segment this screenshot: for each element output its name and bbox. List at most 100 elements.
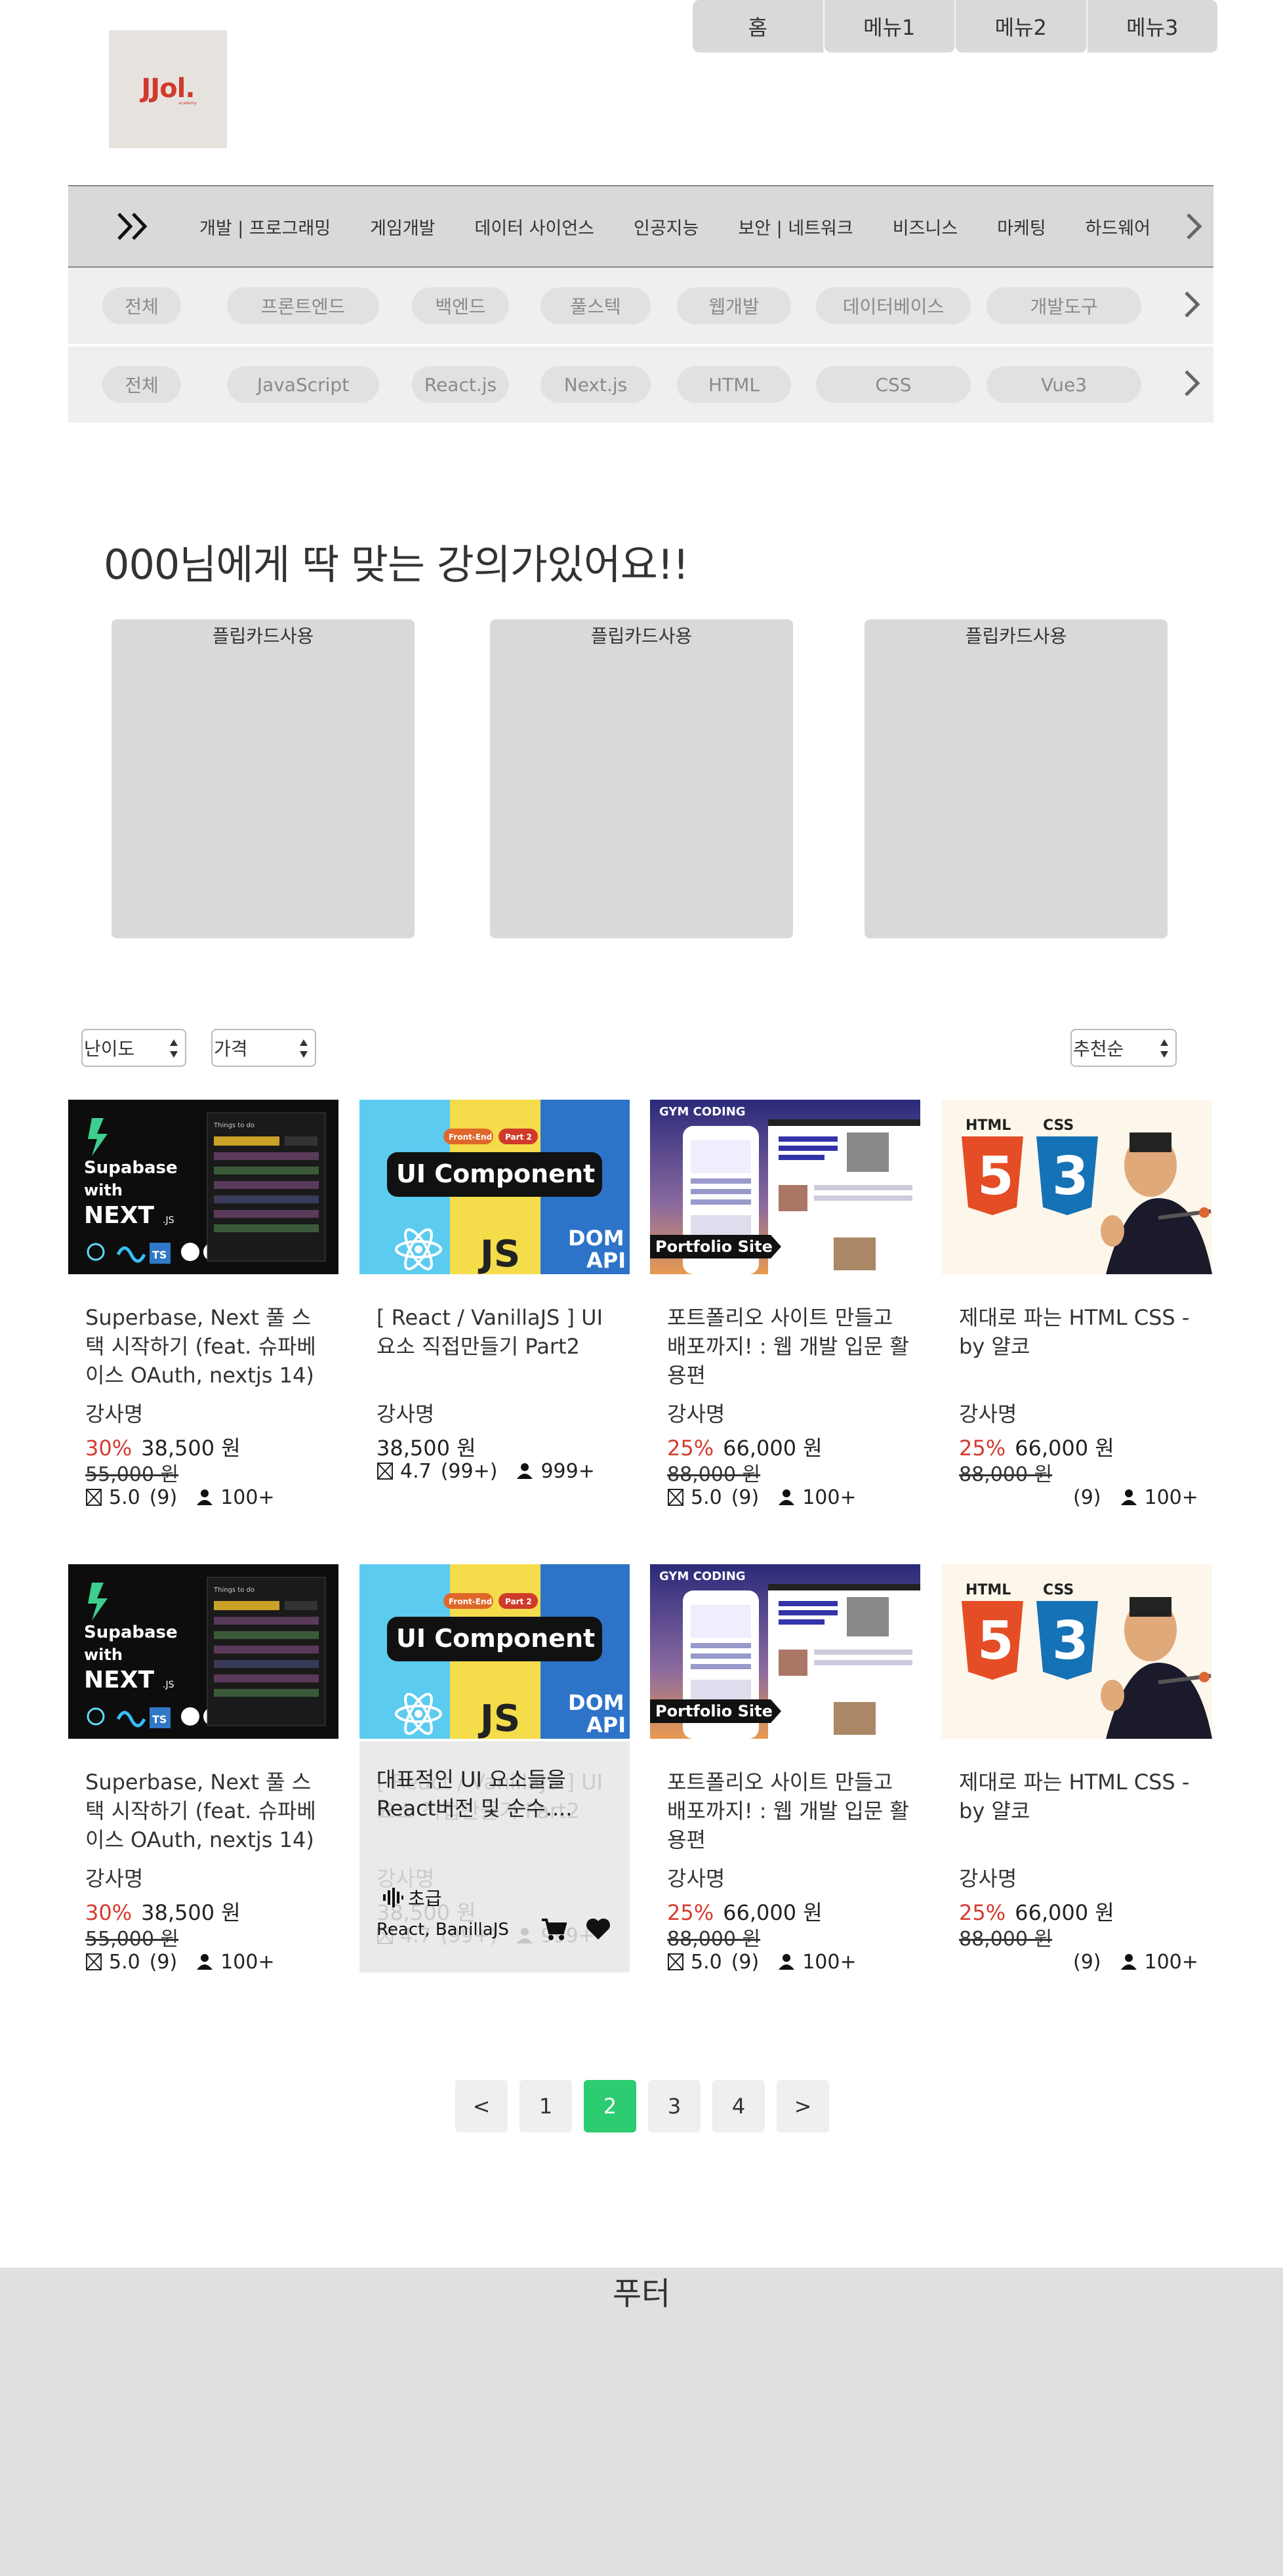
page-button[interactable]: 3 bbox=[648, 2080, 701, 2132]
price: 38,500 원 bbox=[141, 1436, 241, 1461]
course-title[interactable]: 포트폴리오 사이트 만들고 배포까지! : 웹 개발 입문 활용편 bbox=[667, 1303, 910, 1390]
flip-card[interactable]: 플립카드사용 bbox=[112, 619, 415, 938]
category-game[interactable]: 게임개발 bbox=[350, 214, 455, 239]
original-price: 55,000 원 bbox=[85, 1928, 179, 1951]
course-card[interactable]: GYM CODING Portfolio Site 포트폴리오 사이트 만들고 … bbox=[650, 1564, 920, 1975]
difficulty-select[interactable]: 난이도 bbox=[81, 1029, 186, 1067]
course-title[interactable]: [ React / VanillaJS ] UI 요소 직접만들기 Part2 bbox=[377, 1303, 619, 1390]
course-card[interactable]: Front-End Part 2 UI Component JS DOM API… bbox=[359, 1100, 630, 1484]
price-select[interactable]: 가격 bbox=[211, 1029, 316, 1067]
user-icon bbox=[1120, 1954, 1137, 1970]
course-title[interactable]: 제대로 파는 HTML CSS - by 얄코 bbox=[959, 1768, 1202, 1854]
nav-menu1[interactable]: 메뉴1 bbox=[824, 0, 956, 52]
course-card[interactable]: Supabase with NEXT .JS TS Things to do S… bbox=[68, 1100, 338, 1510]
course-card[interactable]: HTML CSS 5 3 제대로 파는 HTML CSS - by 얄코 강사명 2… bbox=[942, 1100, 1212, 1510]
chip-frontend[interactable]: 프론트엔드 bbox=[227, 287, 379, 324]
tag-vue3[interactable]: Vue3 bbox=[987, 366, 1141, 403]
svg-text:with: with bbox=[84, 1181, 123, 1199]
tag-react[interactable]: React.js bbox=[412, 366, 509, 403]
category-business[interactable]: 비즈니스 bbox=[873, 214, 977, 239]
tag-html[interactable]: HTML bbox=[677, 366, 791, 403]
flip-card[interactable]: 플립카드사용 bbox=[490, 619, 793, 938]
svg-text:CSS: CSS bbox=[1043, 1117, 1074, 1134]
course-thumbnail[interactable]: GYM CODING Portfolio Site bbox=[650, 1100, 920, 1274]
user-icon bbox=[779, 1954, 795, 1970]
course-hover-overlay[interactable]: 대표적인 UI 요소들을 React버전 및 순수.... 초급 React, Ba… bbox=[359, 1741, 630, 1972]
tag-javascript[interactable]: JavaScript bbox=[227, 366, 379, 403]
chip-webdev[interactable]: 웹개발 bbox=[677, 287, 791, 324]
discount-rate: 25% bbox=[959, 1900, 1006, 1925]
course-card[interactable]: Supabase with NEXT .JS TS Things to do S… bbox=[68, 1564, 338, 1975]
course-thumbnail[interactable]: Front-End Part 2 UI Component JS DOM API bbox=[359, 1100, 630, 1274]
nav-home[interactable]: 홈 bbox=[693, 0, 825, 52]
nav-menu2[interactable]: 메뉴2 bbox=[956, 0, 1088, 52]
chevron-right-icon[interactable] bbox=[1183, 369, 1200, 400]
course-thumbnail[interactable]: Front-End Part 2 UI Component JS DOM API bbox=[359, 1564, 630, 1739]
tag-nextjs[interactable]: Next.js bbox=[540, 366, 651, 403]
flip-card-label: 플립카드사용 bbox=[212, 625, 314, 647]
chip-all[interactable]: 전체 bbox=[102, 287, 181, 324]
level-bars-icon bbox=[383, 1888, 403, 1907]
double-chevron-icon[interactable] bbox=[68, 211, 199, 241]
course-title[interactable]: 제대로 파는 HTML CSS - by 얄코 bbox=[959, 1303, 1202, 1390]
price: 38,500 원 bbox=[377, 1436, 476, 1461]
course-thumbnail[interactable]: GYM CODING Portfolio Site bbox=[650, 1564, 920, 1739]
chip-fullstack[interactable]: 풀스텍 bbox=[540, 287, 651, 324]
chip-database[interactable]: 데이터베이스 bbox=[816, 287, 971, 324]
course-stats: (9) 100+ bbox=[959, 1949, 1212, 1975]
course-title[interactable]: Superbase, Next 풀 스택 시작하기 (feat. 슈파베이스 O… bbox=[85, 1303, 328, 1390]
site-logo[interactable]: JJol. academy bbox=[109, 30, 227, 148]
tag-css[interactable]: CSS bbox=[816, 366, 971, 403]
course-thumbnail[interactable]: Supabase with NEXT .JS TS Things to do bbox=[68, 1100, 338, 1274]
course-thumbnail[interactable]: Supabase with NEXT .JS TS Things to do bbox=[68, 1564, 338, 1739]
svg-text:GYM CODING: GYM CODING bbox=[659, 1569, 746, 1583]
heart-icon[interactable] bbox=[585, 1917, 611, 1943]
chevron-right-icon[interactable] bbox=[1183, 290, 1200, 322]
chip-devtools[interactable]: 개발도구 bbox=[987, 287, 1141, 324]
course-thumbnail[interactable]: HTML CSS 5 3 bbox=[942, 1100, 1212, 1274]
teacher-name: 강사명 bbox=[667, 1402, 725, 1426]
category-ai[interactable]: 인공지능 bbox=[614, 214, 718, 239]
page-button[interactable]: 4 bbox=[712, 2080, 765, 2132]
course-title[interactable]: 포트폴리오 사이트 만들고 배포까지! : 웹 개발 입문 활용편 bbox=[667, 1768, 910, 1854]
flip-card[interactable]: 플립카드사용 bbox=[865, 619, 1168, 938]
prev-page-button[interactable]: < bbox=[455, 2080, 508, 2132]
nav-menu3[interactable]: 메뉴3 bbox=[1087, 0, 1217, 52]
category-hardware[interactable]: 하드웨어 bbox=[1066, 214, 1170, 239]
sort-select[interactable]: 추천순 bbox=[1070, 1029, 1177, 1067]
price-line: 38,500 원 bbox=[377, 1432, 630, 1461]
svg-text:JS: JS bbox=[478, 1697, 520, 1739]
svg-text:.JS: .JS bbox=[163, 1215, 174, 1226]
recommend-title: 000님에게 딱 맞는 강의가있어요!! bbox=[104, 541, 689, 589]
page-button[interactable]: 1 bbox=[519, 2080, 572, 2132]
price: 66,000 원 bbox=[723, 1900, 823, 1925]
top-nav: 홈 메뉴1 메뉴2 메뉴3 bbox=[693, 0, 1217, 52]
course-stats: (9) 100+ bbox=[959, 1484, 1212, 1510]
category-marketing[interactable]: 마케팅 bbox=[977, 214, 1066, 239]
category-data-science[interactable]: 데이터 사이언스 bbox=[455, 214, 614, 239]
chip-backend[interactable]: 백엔드 bbox=[412, 287, 509, 324]
category-dev[interactable]: 개발 | 프로그래밍 bbox=[199, 214, 350, 239]
price-line: 25% 66,000 원 bbox=[667, 1432, 920, 1461]
cart-icon[interactable] bbox=[540, 1917, 567, 1943]
page-button-active[interactable]: 2 bbox=[584, 2080, 636, 2132]
chevron-right-icon[interactable] bbox=[1174, 212, 1213, 241]
svg-text:Front-End: Front-End bbox=[449, 1132, 492, 1142]
tech-tag-row: 전체 JavaScript React.js Next.js HTML CSS … bbox=[68, 346, 1213, 423]
svg-text:NEXT: NEXT bbox=[84, 1667, 154, 1693]
svg-text:UI Component: UI Component bbox=[396, 1159, 595, 1188]
course-card[interactable]: Front-End Part 2 UI Component JS DOM API… bbox=[359, 1564, 630, 1972]
course-title[interactable]: Superbase, Next 풀 스택 시작하기 (feat. 슈파베이스 O… bbox=[85, 1768, 328, 1854]
teacher-name: 강사명 bbox=[377, 1402, 435, 1426]
teacher-name: 강사명 bbox=[959, 1402, 1017, 1426]
course-card[interactable]: GYM CODING Portfolio Site 포트폴리오 사이트 만들고 … bbox=[650, 1100, 920, 1510]
svg-text:Front-End: Front-End bbox=[449, 1597, 492, 1606]
tag-all[interactable]: 전체 bbox=[102, 366, 181, 403]
teacher-name: 강사명 bbox=[959, 1866, 1017, 1891]
svg-text:Part 2: Part 2 bbox=[505, 1132, 532, 1142]
next-page-button[interactable]: > bbox=[777, 2080, 829, 2132]
price-line: 25% 66,000 원 bbox=[959, 1896, 1212, 1925]
course-thumbnail[interactable]: HTML CSS 5 3 bbox=[942, 1564, 1212, 1739]
course-card[interactable]: HTML CSS 5 3 제대로 파는 HTML CSS - by 얄코강사명 2… bbox=[942, 1564, 1212, 1975]
category-security[interactable]: 보안 | 네트워크 bbox=[718, 214, 872, 239]
